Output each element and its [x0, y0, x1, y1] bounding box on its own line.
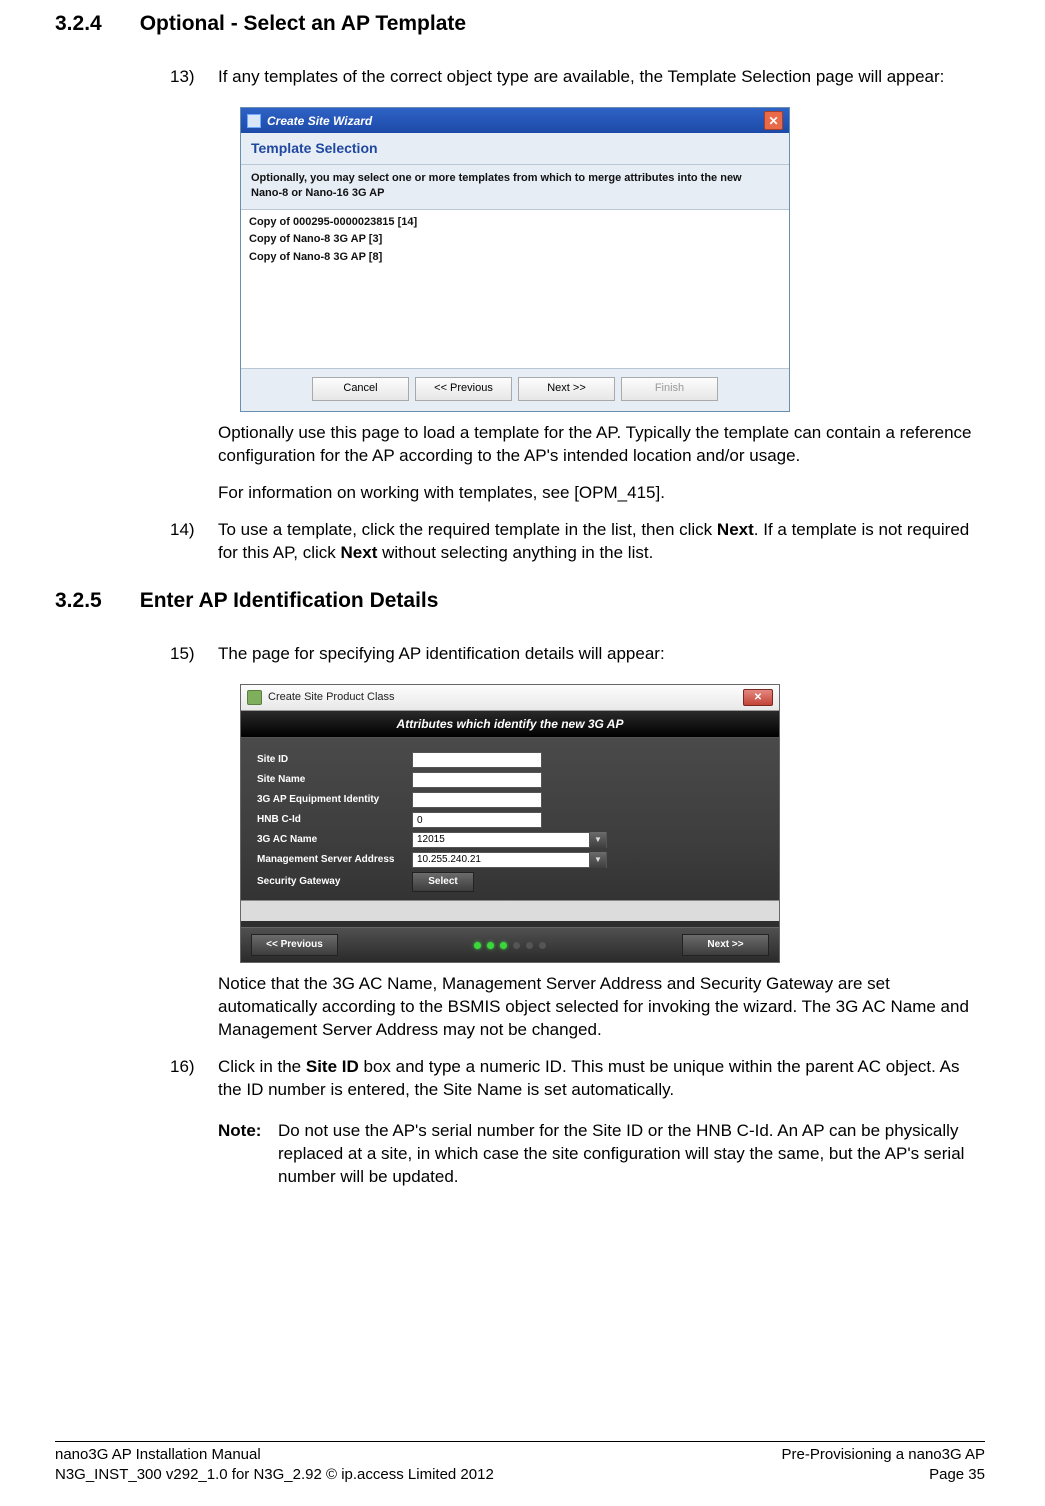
step-number: 13) [170, 66, 218, 89]
form-area: Site ID Site Name 3G AP Equipment Identi… [241, 738, 779, 927]
footer-page-number: Page 35 [782, 1465, 985, 1485]
dialog-titlebar: Create Site Product Class ✕ [241, 685, 779, 711]
progress-dots [474, 942, 546, 949]
finish-button: Finish [621, 377, 718, 401]
field-label: HNB C-Id [257, 813, 412, 827]
next-button[interactable]: Next >> [518, 377, 615, 401]
dialog-description: Optionally, you may select one or more t… [241, 165, 789, 210]
chevron-down-icon: ▼ [589, 832, 606, 848]
dialog-button-row: Cancel << Previous Next >> Finish [241, 369, 789, 411]
note-label: Note: [218, 1120, 278, 1189]
step-number: 14) [170, 519, 218, 565]
step-text: If any templates of the correct object t… [218, 66, 985, 89]
list-item[interactable]: Copy of Nano-8 3G AP [3] [249, 231, 781, 249]
paragraph: Notice that the 3G AC Name, Management S… [218, 973, 985, 1042]
dot-icon [500, 942, 507, 949]
page-footer: nano3G AP Installation Manual N3G_INST_3… [55, 1441, 985, 1484]
next-button[interactable]: Next >> [682, 934, 769, 956]
section-title: Enter AP Identification Details [140, 587, 439, 615]
dot-icon [513, 942, 520, 949]
section-3-2-5-heading: 3.2.5 Enter AP Identification Details [55, 587, 985, 615]
list-item[interactable]: Copy of 000295-0000023815 [14] [249, 214, 781, 232]
footer-doc-version: N3G_INST_300 v292_1.0 for N3G_2.92 © ip.… [55, 1465, 494, 1485]
chevron-down-icon: ▼ [589, 852, 606, 868]
paragraph: For information on working with template… [218, 482, 985, 505]
desc-line: Optionally, you may select one or more t… [251, 171, 779, 186]
template-list[interactable]: Copy of 000295-0000023815 [14] Copy of N… [241, 210, 789, 369]
dot-icon [474, 942, 481, 949]
dialog-nav-row: << Previous Next >> [241, 927, 779, 962]
cancel-button[interactable]: Cancel [312, 377, 409, 401]
field-label: Site ID [257, 753, 412, 767]
equipment-identity-input[interactable] [412, 792, 542, 808]
template-selection-dialog: Create Site Wizard ✕ Template Selection … [240, 107, 790, 412]
security-gateway-select-button[interactable]: Select [412, 872, 474, 892]
mgmt-server-select[interactable]: 10.255.240.21 ▼ [412, 852, 607, 868]
dialog-banner: Attributes which identify the new 3G AP [241, 711, 779, 738]
app-icon [247, 114, 261, 128]
dot-icon [526, 942, 533, 949]
dot-icon [539, 942, 546, 949]
previous-button[interactable]: << Previous [251, 934, 338, 956]
section-3-2-4-heading: 3.2.4 Optional - Select an AP Template [55, 10, 985, 38]
hnb-cid-input[interactable] [412, 812, 542, 828]
list-item[interactable]: Copy of Nano-8 3G AP [8] [249, 249, 781, 267]
section-number: 3.2.5 [55, 587, 102, 615]
paragraph: Optionally use this page to load a templ… [218, 422, 985, 468]
field-label: Site Name [257, 773, 412, 787]
site-name-input[interactable] [412, 772, 542, 788]
spacer [241, 900, 779, 921]
step-number: 16) [170, 1056, 218, 1102]
app-icon [247, 690, 262, 705]
dialog-title: Create Site Wizard [267, 113, 372, 129]
dialog-title: Create Site Product Class [268, 690, 395, 705]
previous-button[interactable]: << Previous [415, 377, 512, 401]
note-text: Do not use the AP's serial number for th… [278, 1120, 985, 1189]
field-label: Management Server Address [257, 853, 412, 867]
dialog-titlebar: Create Site Wizard ✕ [241, 108, 789, 133]
field-label: 3G AP Equipment Identity [257, 793, 412, 807]
step-text: Click in the Site ID box and type a nume… [218, 1056, 985, 1102]
section-title: Optional - Select an AP Template [140, 10, 466, 38]
step-text: The page for specifying AP identificatio… [218, 643, 985, 666]
field-label: 3G AC Name [257, 833, 412, 847]
desc-line: Nano-8 or Nano-16 3G AP [251, 186, 779, 201]
footer-chapter: Pre-Provisioning a nano3G AP [782, 1445, 985, 1465]
site-id-input[interactable] [412, 752, 542, 768]
product-class-dialog: Create Site Product Class ✕ Attributes w… [240, 684, 780, 963]
dialog-subtitle: Template Selection [241, 133, 789, 165]
step-number: 15) [170, 643, 218, 666]
step-text: To use a template, click the required te… [218, 519, 985, 565]
field-label: Security Gateway [257, 875, 412, 889]
footer-doc-title: nano3G AP Installation Manual [55, 1445, 494, 1465]
close-icon[interactable]: ✕ [764, 111, 783, 130]
section-number: 3.2.4 [55, 10, 102, 38]
ac-name-select[interactable]: 12015 ▼ [412, 832, 607, 848]
dot-icon [487, 942, 494, 949]
close-icon[interactable]: ✕ [743, 689, 773, 706]
